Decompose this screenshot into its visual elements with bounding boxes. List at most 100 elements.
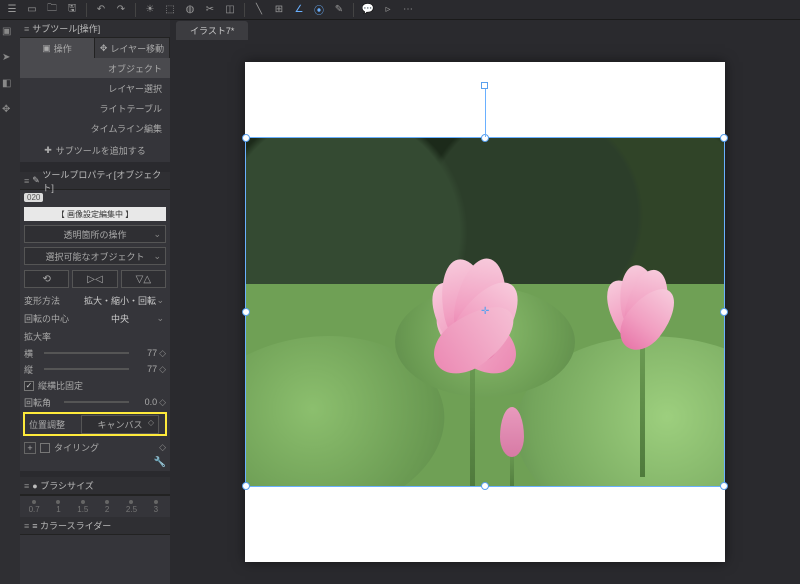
rotation-center-label: 回転の中心 [24,312,74,325]
move-icon: ✥ [100,43,108,54]
wrench-icon[interactable]: 🔧 [154,457,166,471]
panel-menu-icon[interactable]: ≡ [24,481,29,491]
angle-label: 回転角 [24,396,64,409]
brush-size-cell[interactable]: 1.5 [73,500,93,514]
width-row[interactable]: 横 77 ◇ [20,345,170,361]
fill-icon[interactable]: ◍ [182,2,198,18]
document-tab[interactable]: イラスト7* [176,21,248,40]
chevron-down-icon[interactable]: ◇ [159,442,166,453]
scale-label: 拡大率 [24,330,74,343]
move-tool-icon[interactable]: ✥ [2,104,18,120]
colorslider-header: ≡ ≡ カラースライダー [20,517,170,535]
prop-badge: 020 [24,193,43,202]
stepper-icon[interactable]: ◇ [159,364,166,375]
placed-image[interactable] [245,137,725,487]
left-sidebar: ≡ サブツール[操作] ▣ 操作 ✥ レイヤー移動 オブジェクト レイヤー選択 … [20,20,170,584]
brush-size-cell[interactable]: 2 [97,500,117,514]
toolprop-header: ≡ ✎ ツールプロパティ[オブジェクト] [20,172,170,190]
new-icon[interactable]: ▭ [24,2,40,18]
canvas[interactable]: ✛ [170,40,800,584]
position-row[interactable]: 位置調整 キャンバス [25,414,165,434]
brush-title: ブラシサイズ [40,479,94,492]
tiling-row: + タイリング ◇ [20,438,170,457]
canvas-paper: ✛ [245,62,725,562]
rotation-center-value: 中央 [74,312,166,325]
play-icon[interactable]: ▹ [380,2,396,18]
stepper-icon[interactable]: ◇ [159,397,166,408]
expand-icon[interactable]: + [24,442,36,454]
open-icon[interactable]: 🗀 [44,2,60,18]
transform-method-label: 変形方法 [24,294,74,307]
width-label: 横 [24,347,44,360]
snap-grid-icon[interactable]: ⊞ [271,2,287,18]
deselect-icon[interactable]: ⬚ [162,2,178,18]
panel-menu-icon[interactable]: ≡ [24,521,29,531]
image-editing-label: 【 画像設定編集中 】 [24,207,166,221]
colorslider-title: カラースライダー [40,519,111,532]
height-row[interactable]: 縦 77 ◇ [20,361,170,377]
menu-icon[interactable]: ☰ [4,2,20,18]
subtool-object[interactable]: オブジェクト [20,58,170,78]
redo-icon[interactable]: ↷ [113,2,129,18]
add-label: サブツールを追加する [56,144,146,157]
pointer-tool-icon[interactable]: ➤ [2,52,18,68]
add-subtool-button[interactable]: ✚ サブツールを追加する [20,138,170,162]
position-dropdown[interactable]: キャンバス [81,415,159,434]
snap-line-icon[interactable]: ╲ [251,2,267,18]
slider-icon: ≡ [32,521,37,531]
canvas-area: イラスト7* [170,20,800,584]
brush-size-cell[interactable]: 0.7 [24,500,44,514]
brush-size-cell[interactable]: 2.5 [121,500,141,514]
angle-row[interactable]: 回転角 0.0 ◇ [20,394,170,410]
rotation-center-row[interactable]: 回転の中心 中央 ⌄ [20,309,170,327]
rotation-handle[interactable] [481,82,488,89]
snap-special-icon[interactable]: ⦿ [311,2,327,18]
tiling-checkbox[interactable] [40,443,50,453]
ruler-edit-icon[interactable]: ✎ [331,2,347,18]
subtool-layer-select[interactable]: レイヤー選択 [20,78,170,98]
position-label: 位置調整 [29,418,79,431]
height-label: 縦 [24,363,44,376]
brush-size-cell[interactable]: 1 [48,500,68,514]
stepper-icon[interactable]: ◇ [159,348,166,359]
brush-header: ≡ ● ブラシサイズ [20,477,170,495]
position-highlight: 位置調整 キャンバス [23,412,167,436]
selectable-dropdown[interactable]: 選択可能なオブジェクト [24,247,166,265]
clear-icon[interactable]: ☀ [142,2,158,18]
doc-tab-label: イラスト7* [190,26,234,36]
subtool-light-table[interactable]: ライトテーブル [20,98,170,118]
more-icon[interactable]: ⋯ [400,2,416,18]
panel-menu-icon[interactable]: ≡ [24,176,29,186]
crop-icon[interactable]: ✂ [202,2,218,18]
transform-method-value: 拡大・縮小・回転 [74,294,166,307]
subtool-timeline[interactable]: タイムライン編集 [20,118,170,138]
save-icon[interactable]: 🖫 [64,2,80,18]
reset-angle-button[interactable]: ⟲ [24,270,69,288]
tab-operation[interactable]: ▣ 操作 [20,38,95,58]
check-icon: ✓ [24,381,34,391]
scale-label-row: 拡大率 [20,327,170,345]
lock-aspect-checkbox[interactable]: ✓ 縦横比固定 [20,377,170,394]
tool-column: ▣ ➤ ◧ ✥ [0,20,20,584]
angle-value: 0.0 [129,397,159,407]
brush-size-cell[interactable]: 3 [146,500,166,514]
snap-ruler-icon[interactable]: ∠ [291,2,307,18]
tab-layer-move[interactable]: ✥ レイヤー移動 [95,38,170,58]
rotation-line [485,89,486,137]
tab-label: 操作 [54,42,72,55]
transform-method-row[interactable]: 変形方法 拡大・縮小・回転 ⌄ [20,291,170,309]
operation-icon: ▣ [42,43,51,54]
subtool-title: サブツール[操作] [32,22,100,35]
flip-h-button[interactable]: ▷◁ [72,270,117,288]
transform-icon[interactable]: ◫ [222,2,238,18]
chat-icon[interactable]: 💬 [360,2,376,18]
height-value: 77 [129,364,159,374]
flip-v-button[interactable]: ▽△ [121,270,166,288]
width-value: 77 [129,348,159,358]
undo-icon[interactable]: ↶ [93,2,109,18]
transparent-op-dropdown[interactable]: 透明箇所の操作 [24,225,166,243]
brush-icon: ● [32,481,37,491]
operation-tool-icon[interactable]: ▣ [2,26,18,42]
layer-tool-icon[interactable]: ◧ [2,78,18,94]
panel-menu-icon[interactable]: ≡ [24,24,29,34]
